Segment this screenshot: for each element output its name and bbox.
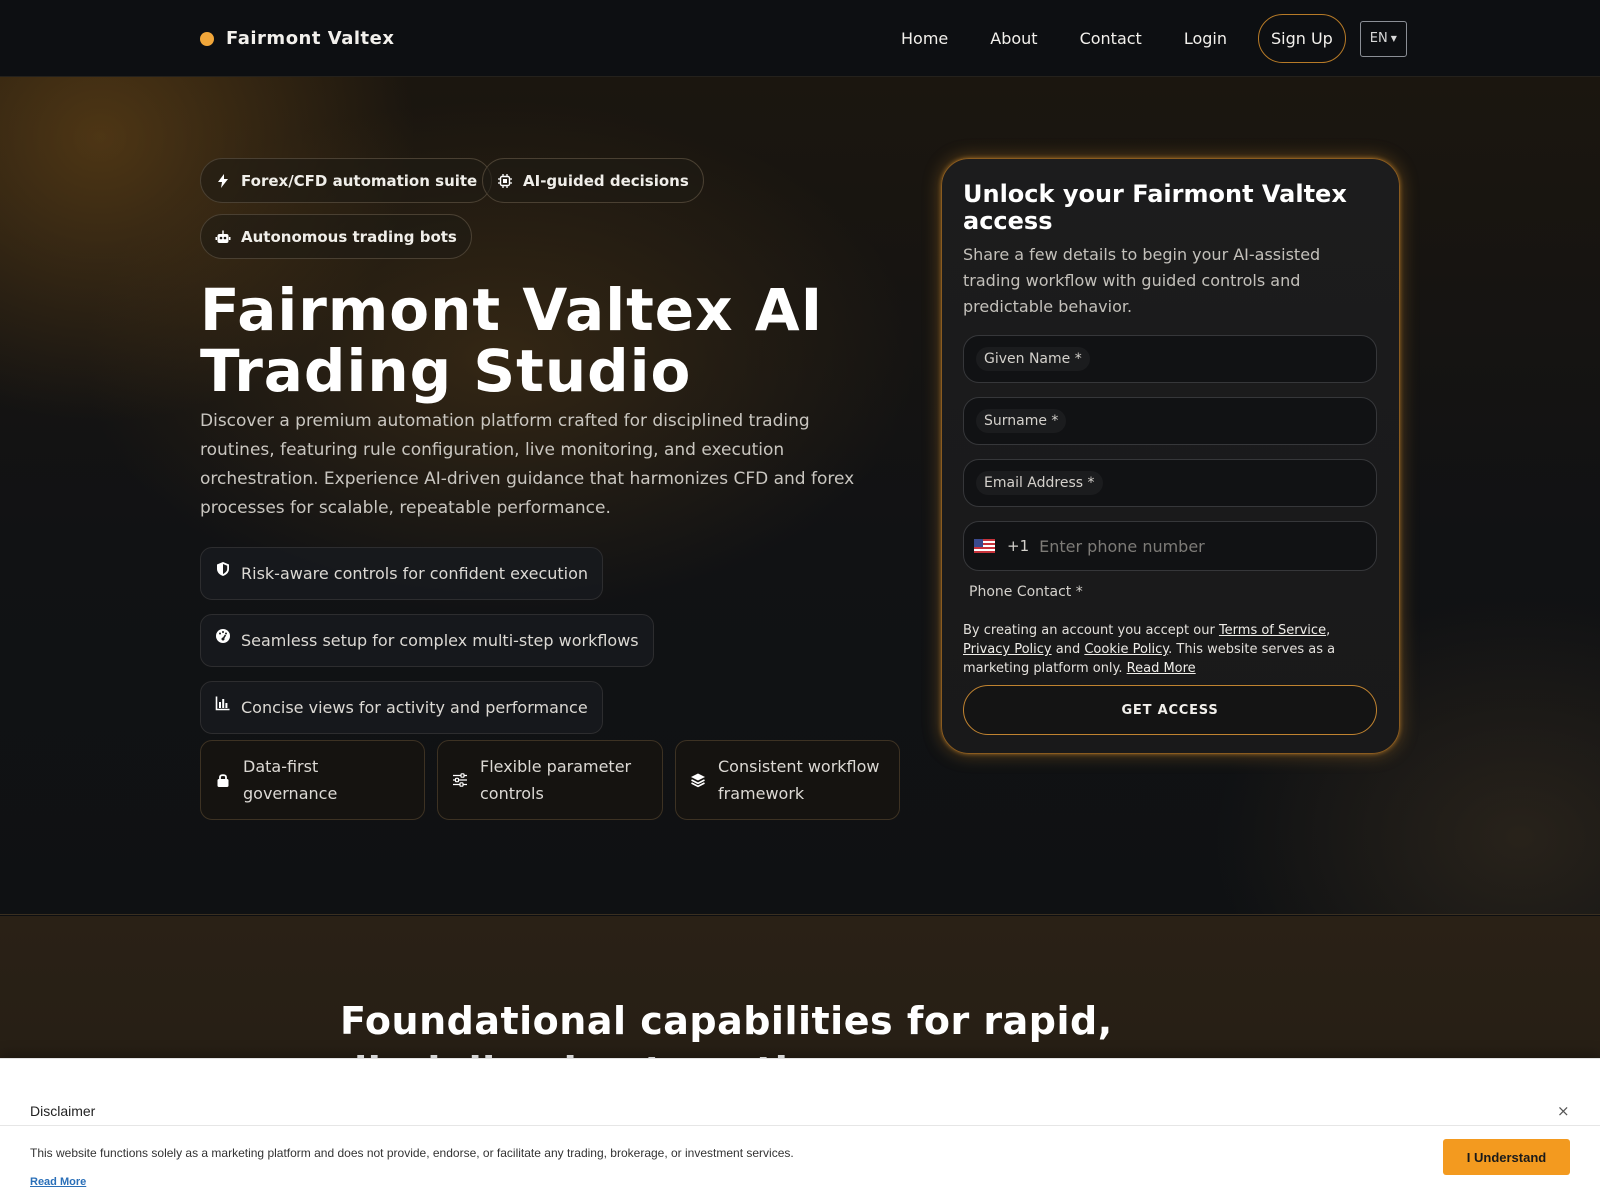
lock-icon xyxy=(217,774,229,787)
phone-placeholder: Enter phone number xyxy=(1039,536,1205,556)
chip-ai-guided: AI-guided decisions xyxy=(482,158,704,203)
feature-label: Seamless setup for complex multi-step wo… xyxy=(241,631,639,650)
nav-link-about[interactable]: About xyxy=(969,14,1058,63)
gauge-icon xyxy=(216,628,230,643)
email-label: Email Address * xyxy=(976,471,1103,495)
chip-label: AI-guided decisions xyxy=(523,171,689,190)
hero-title: Fairmont Valtex AI Trading Studio xyxy=(200,276,824,405)
signup-form: Unlock your Fairmont Valtex access Share… xyxy=(941,158,1400,754)
legal-comma: , xyxy=(1326,623,1331,638)
feature-concise-views: Concise views for activity and performan… xyxy=(200,681,603,734)
signup-button[interactable]: Sign Up xyxy=(1257,14,1346,63)
nav-link-login[interactable]: Login xyxy=(1163,14,1248,63)
card-workflow-framework: Consistent workflow framework xyxy=(675,740,900,820)
disclaimer-read-more-link[interactable]: Read More xyxy=(30,1176,86,1188)
layers-icon xyxy=(691,773,705,788)
legal-and: and xyxy=(1051,642,1085,657)
brand-name: Fairmont Valtex xyxy=(226,28,395,49)
us-flag-icon[interactable] xyxy=(974,539,995,553)
disclaimer-title: Disclaimer xyxy=(30,1103,96,1119)
cookie-link[interactable]: Cookie Policy xyxy=(1084,642,1168,657)
disclaimer-banner: Disclaimer × This website functions sole… xyxy=(0,1058,1600,1200)
sliders-icon xyxy=(453,773,467,787)
feature-label: Concise views for activity and performan… xyxy=(241,698,588,717)
phone-field[interactable]: +1 Enter phone number xyxy=(963,521,1377,571)
robot-icon xyxy=(215,230,231,243)
understand-button[interactable]: I Understand xyxy=(1443,1139,1570,1175)
language-selector[interactable]: EN ▼ xyxy=(1359,20,1407,57)
shield-icon xyxy=(217,561,229,576)
card-data-governance: Data-first governance xyxy=(200,740,425,820)
feature-risk-aware: Risk-aware controls for confident execut… xyxy=(200,547,604,600)
legal-text: By creating an account you accept our Te… xyxy=(963,621,1377,678)
bar-chart-icon xyxy=(215,696,230,710)
language-label: EN xyxy=(1369,31,1388,46)
surname-label: Surname * xyxy=(976,409,1067,433)
privacy-link[interactable]: Privacy Policy xyxy=(963,642,1052,657)
chip-label: Forex/CFD automation suite xyxy=(241,171,478,190)
card-parameter-controls: Flexible parameter controls xyxy=(437,740,663,820)
hero-description: Discover a premium automation platform c… xyxy=(200,411,855,518)
given-name-label: Given Name * xyxy=(976,347,1090,371)
brand-dot-icon xyxy=(200,31,214,46)
form-subtitle: Share a few details to begin your AI-ass… xyxy=(963,245,1321,316)
disclaimer-text: This website functions solely as a marke… xyxy=(30,1146,794,1160)
surname-field[interactable]: Surname * xyxy=(963,397,1377,445)
card-label: Consistent workflow framework xyxy=(718,757,880,803)
brand-logo[interactable]: Fairmont Valtex xyxy=(200,28,394,49)
feature-seamless-setup: Seamless setup for complex multi-step wo… xyxy=(200,614,654,667)
caret-down-icon: ▼ xyxy=(1390,34,1397,43)
form-title: Unlock your Fairmont Valtex access xyxy=(963,180,1347,235)
feature-label: Risk-aware controls for confident execut… xyxy=(241,564,589,583)
nav-link-home[interactable]: Home xyxy=(880,14,969,63)
chip-cpu-icon xyxy=(498,173,512,188)
card-label: Data-first governance xyxy=(243,757,338,803)
top-navbar: Fairmont Valtex Home About Contact Login… xyxy=(0,0,1600,77)
phone-label: Phone Contact * xyxy=(969,584,1083,600)
nav-link-contact[interactable]: Contact xyxy=(1059,14,1163,63)
disclaimer-header xyxy=(0,1059,1600,1126)
card-label: Flexible parameter controls xyxy=(480,757,632,803)
legal-prefix: By creating an account you accept our xyxy=(963,623,1219,638)
hero-section: Forex/CFD automation suite AI-guided dec… xyxy=(0,77,1600,915)
phone-dial-code[interactable]: +1 xyxy=(1007,537,1029,555)
nav-links: Home About Contact Login Sign Up EN ▼ xyxy=(880,14,1407,63)
close-icon[interactable]: × xyxy=(1557,1102,1570,1120)
email-field[interactable]: Email Address * xyxy=(963,459,1377,507)
chip-label: Autonomous trading bots xyxy=(241,227,457,246)
given-name-field[interactable]: Given Name * xyxy=(963,335,1377,383)
get-access-button[interactable]: GET ACCESS xyxy=(963,685,1377,735)
lightning-icon xyxy=(218,173,228,188)
chip-forex-cfd: Forex/CFD automation suite xyxy=(200,158,493,203)
chip-trading-bots: Autonomous trading bots xyxy=(200,214,472,259)
legal-read-more-link[interactable]: Read More xyxy=(1127,661,1196,676)
terms-link[interactable]: Terms of Service xyxy=(1219,623,1326,638)
